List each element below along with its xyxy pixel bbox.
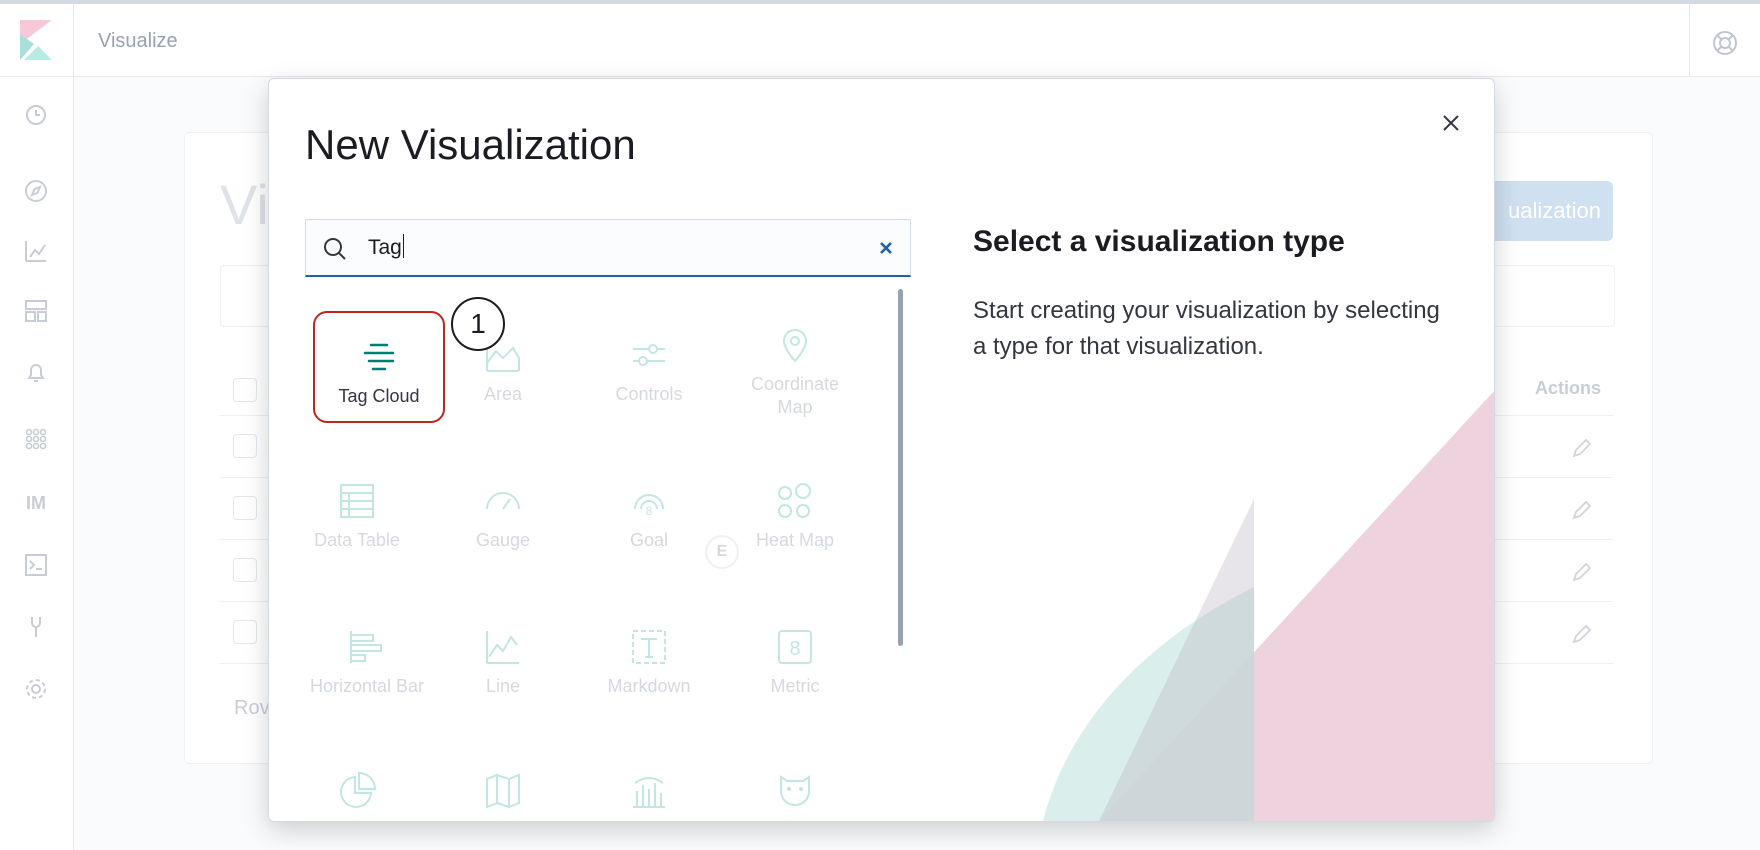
page-title: Vi	[220, 173, 269, 236]
kibana-logo-icon[interactable]	[20, 20, 52, 60]
type-label: Horizontal Bar	[309, 676, 425, 696]
type-tile-timeline[interactable]	[579, 745, 719, 821]
region-map-icon	[486, 773, 520, 809]
header-divider	[1689, 4, 1690, 77]
type-tile-region-map[interactable]	[433, 745, 573, 821]
type-label: Area	[483, 384, 523, 404]
wrench-icon[interactable]	[22, 613, 50, 641]
pencil-icon[interactable]	[1570, 560, 1594, 584]
search-value[interactable]: Tag	[368, 234, 404, 260]
pencil-icon[interactable]	[1570, 436, 1594, 460]
type-tile-data-table[interactable]: Data Table	[305, 455, 427, 575]
bell-icon[interactable]	[22, 359, 50, 387]
vega-icon	[780, 775, 810, 807]
new-visualization-modal: New Visualization Tag Tag Cloud Area Con…	[268, 78, 1495, 822]
row-checkbox[interactable]	[233, 558, 257, 582]
controls-icon	[633, 344, 665, 366]
dashboard-icon[interactable]	[22, 297, 50, 325]
type-tile-vega[interactable]	[725, 745, 865, 821]
type-label: Data Table	[314, 530, 400, 550]
select-all-checkbox[interactable]	[233, 378, 257, 402]
type-label: Gauge	[475, 530, 531, 550]
row-checkbox[interactable]	[233, 620, 257, 644]
heatmap-icon	[778, 483, 811, 518]
row-checkbox[interactable]	[233, 496, 257, 520]
line-chart-icon	[486, 631, 519, 664]
visualization-search-input[interactable]: Tag	[305, 219, 911, 277]
modal-title: New Visualization	[305, 121, 636, 168]
goal-icon: 8	[634, 494, 664, 518]
type-tile-controls[interactable]: Controls	[579, 309, 719, 429]
type-label: Tag Cloud	[338, 386, 420, 406]
pencil-icon[interactable]	[1570, 498, 1594, 522]
type-tile-markdown[interactable]: Markdown	[579, 601, 719, 721]
map-pin-icon	[782, 329, 808, 363]
help-icon[interactable]	[1712, 30, 1738, 56]
type-label: Controls	[615, 384, 683, 404]
type-tile-heat-map[interactable]: Heat Map	[725, 455, 865, 575]
type-label: Line	[485, 676, 521, 696]
console-icon[interactable]	[22, 551, 50, 579]
markdown-icon	[632, 630, 666, 664]
gauge-icon	[486, 492, 520, 510]
pencil-icon[interactable]	[1570, 622, 1594, 646]
header-divider	[73, 4, 74, 77]
type-label: Goal	[629, 530, 669, 550]
gear-icon[interactable]	[22, 675, 50, 703]
timeline-icon	[633, 777, 665, 808]
type-tile-gauge[interactable]: Gauge	[433, 455, 573, 575]
table-icon	[340, 484, 374, 518]
actions-column-header: Actions	[1535, 378, 1602, 398]
visualization-type-grid: Tag Cloud Area Controls Coordinate Map E…	[305, 289, 865, 821]
type-label: Metric	[770, 676, 820, 696]
clock-icon[interactable]	[22, 101, 50, 129]
type-tile-pie[interactable]	[305, 745, 427, 821]
svg-text:8: 8	[789, 638, 800, 660]
visualize-icon[interactable]	[22, 237, 50, 265]
rows-per-page-label: Rov	[234, 697, 270, 719]
type-tile-metric[interactable]: 8 Metric	[725, 601, 865, 721]
type-tile-goal[interactable]: 8 Goal	[579, 455, 719, 575]
type-tile-line[interactable]: Line	[433, 601, 573, 721]
side-panel-description: Start creating your visualization by sel…	[973, 297, 1440, 360]
svg-text:8: 8	[646, 504, 653, 518]
close-icon[interactable]	[1437, 109, 1465, 137]
type-tile-horizontal-bar[interactable]: Horizontal Bar	[305, 601, 447, 721]
type-tile-tag-cloud[interactable]: Tag Cloud	[313, 311, 445, 423]
side-panel-title: Select a visualization type	[973, 225, 1345, 258]
apps-icon[interactable]	[22, 425, 50, 453]
type-label: Markdown	[607, 676, 691, 696]
row-checkbox[interactable]	[233, 434, 257, 458]
tag-cloud-icon	[363, 343, 395, 371]
type-label: Coordinate Map	[750, 374, 840, 417]
compass-icon[interactable]	[22, 177, 50, 205]
pie-chart-icon	[340, 771, 377, 808]
metric-icon: 8	[778, 630, 812, 664]
app-title: Visualize	[98, 30, 178, 52]
type-grid-scrollbar[interactable]	[898, 289, 903, 646]
im-icon[interactable]: IM	[22, 489, 50, 517]
top-header: Visualize	[0, 0, 1760, 77]
type-tile-coordinate-map[interactable]: Coordinate Map	[725, 299, 865, 419]
side-navigation: IM	[0, 77, 74, 850]
type-label: Heat Map	[755, 530, 835, 550]
search-icon	[324, 238, 346, 260]
step-annotation-badge: 1	[451, 297, 505, 351]
horizontal-bar-icon	[350, 631, 382, 663]
clear-icon[interactable]	[876, 238, 896, 258]
